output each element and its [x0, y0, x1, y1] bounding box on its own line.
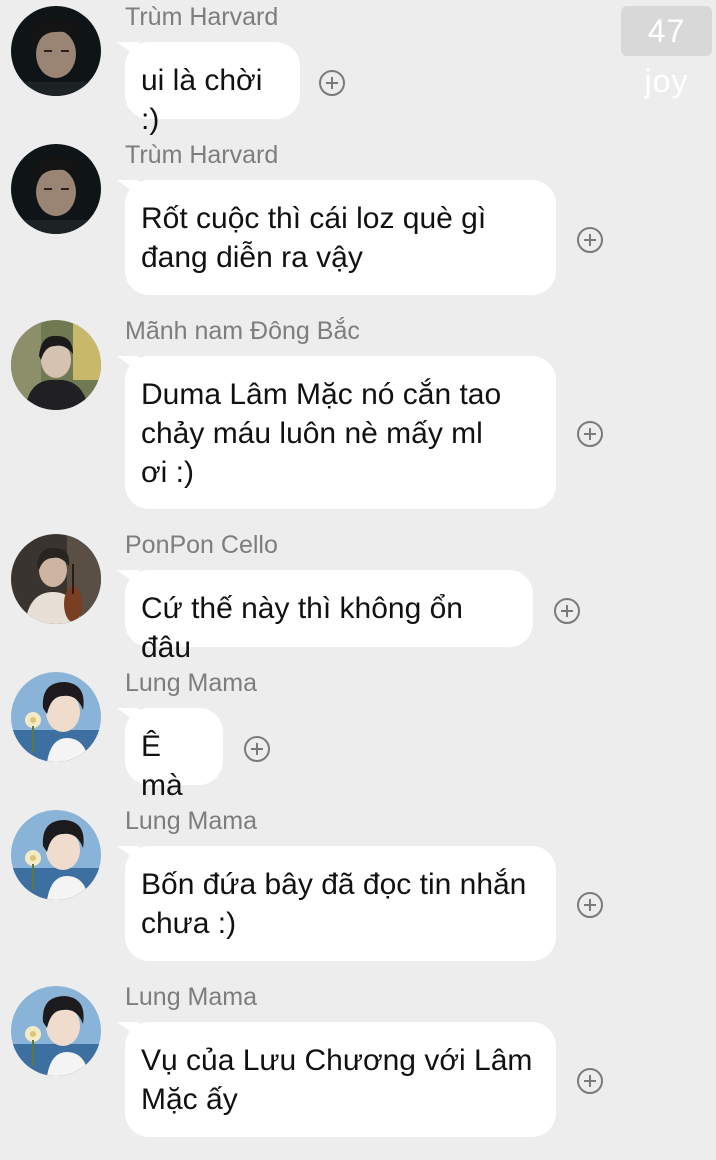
sender-name: Lung Mama	[125, 983, 258, 1011]
sender-avatar[interactable]	[11, 144, 101, 234]
sender-name: Lung Mama	[125, 669, 258, 697]
message-bubble[interactable]: Ê mà	[125, 708, 223, 802]
message-text: ui là chời :)	[141, 64, 263, 136]
avatar-boy-with-flower-icon	[11, 810, 101, 900]
avatar-boy-outdoor-icon	[11, 320, 101, 410]
chat-message-list[interactable]: 47 joy Trùm Harvard ui là chời :) Trùm H…	[0, 0, 716, 1160]
add-reaction-icon[interactable]	[319, 70, 345, 96]
sender-name: Trùm Harvard	[125, 141, 279, 169]
avatar-cello-player-icon	[11, 534, 101, 624]
message-text: Vụ của Lưu Chương với Lâm Mặc ấy	[141, 1044, 533, 1116]
add-reaction-icon[interactable]	[554, 598, 580, 624]
message-bubble[interactable]: Duma Lâm Mặc nó cắn tao chảy máu luôn nè…	[125, 356, 556, 509]
message-text: Ê mà	[141, 730, 183, 802]
watermark: 47 joy	[621, 6, 712, 99]
message-text: Bốn đứa bây đã đọc tin nhắn chưa :)	[141, 868, 527, 940]
message-text: Duma Lâm Mặc nó cắn tao chảy máu luôn nè…	[141, 378, 502, 489]
message-text: Rốt cuộc thì cái loz què gì đang diễn ra…	[141, 202, 487, 274]
sender-avatar[interactable]	[11, 6, 101, 96]
sender-name: Mãnh nam Đông Bắc	[125, 317, 360, 345]
sender-name: PonPon Cello	[125, 531, 278, 559]
sender-avatar[interactable]	[11, 986, 101, 1076]
sender-name: Trùm Harvard	[125, 3, 279, 31]
message-bubble[interactable]: ui là chời :)	[125, 42, 300, 136]
avatar-dark-hair-boy-icon	[11, 144, 101, 234]
message-text: Cứ thế này thì không ổn đâu	[141, 592, 463, 664]
sender-avatar[interactable]	[11, 320, 101, 410]
message-bubble[interactable]: Bốn đứa bây đã đọc tin nhắn chưa :)	[125, 846, 556, 961]
message-bubble[interactable]: Vụ của Lưu Chương với Lâm Mặc ấy	[125, 1022, 556, 1137]
sender-avatar[interactable]	[11, 672, 101, 762]
message-bubble[interactable]: Rốt cuộc thì cái loz què gì đang diễn ra…	[125, 180, 556, 295]
sender-avatar[interactable]	[11, 534, 101, 624]
sender-name: Lung Mama	[125, 807, 258, 835]
add-reaction-icon[interactable]	[577, 421, 603, 447]
add-reaction-icon[interactable]	[577, 1068, 603, 1094]
avatar-boy-with-flower-icon	[11, 672, 101, 762]
avatar-boy-with-flower-icon	[11, 986, 101, 1076]
add-reaction-icon[interactable]	[244, 736, 270, 762]
avatar-dark-hair-boy-icon	[11, 6, 101, 96]
add-reaction-icon[interactable]	[577, 227, 603, 253]
sender-avatar[interactable]	[11, 810, 101, 900]
add-reaction-icon[interactable]	[577, 892, 603, 918]
message-bubble[interactable]: Cứ thế này thì không ổn đâu	[125, 570, 533, 664]
